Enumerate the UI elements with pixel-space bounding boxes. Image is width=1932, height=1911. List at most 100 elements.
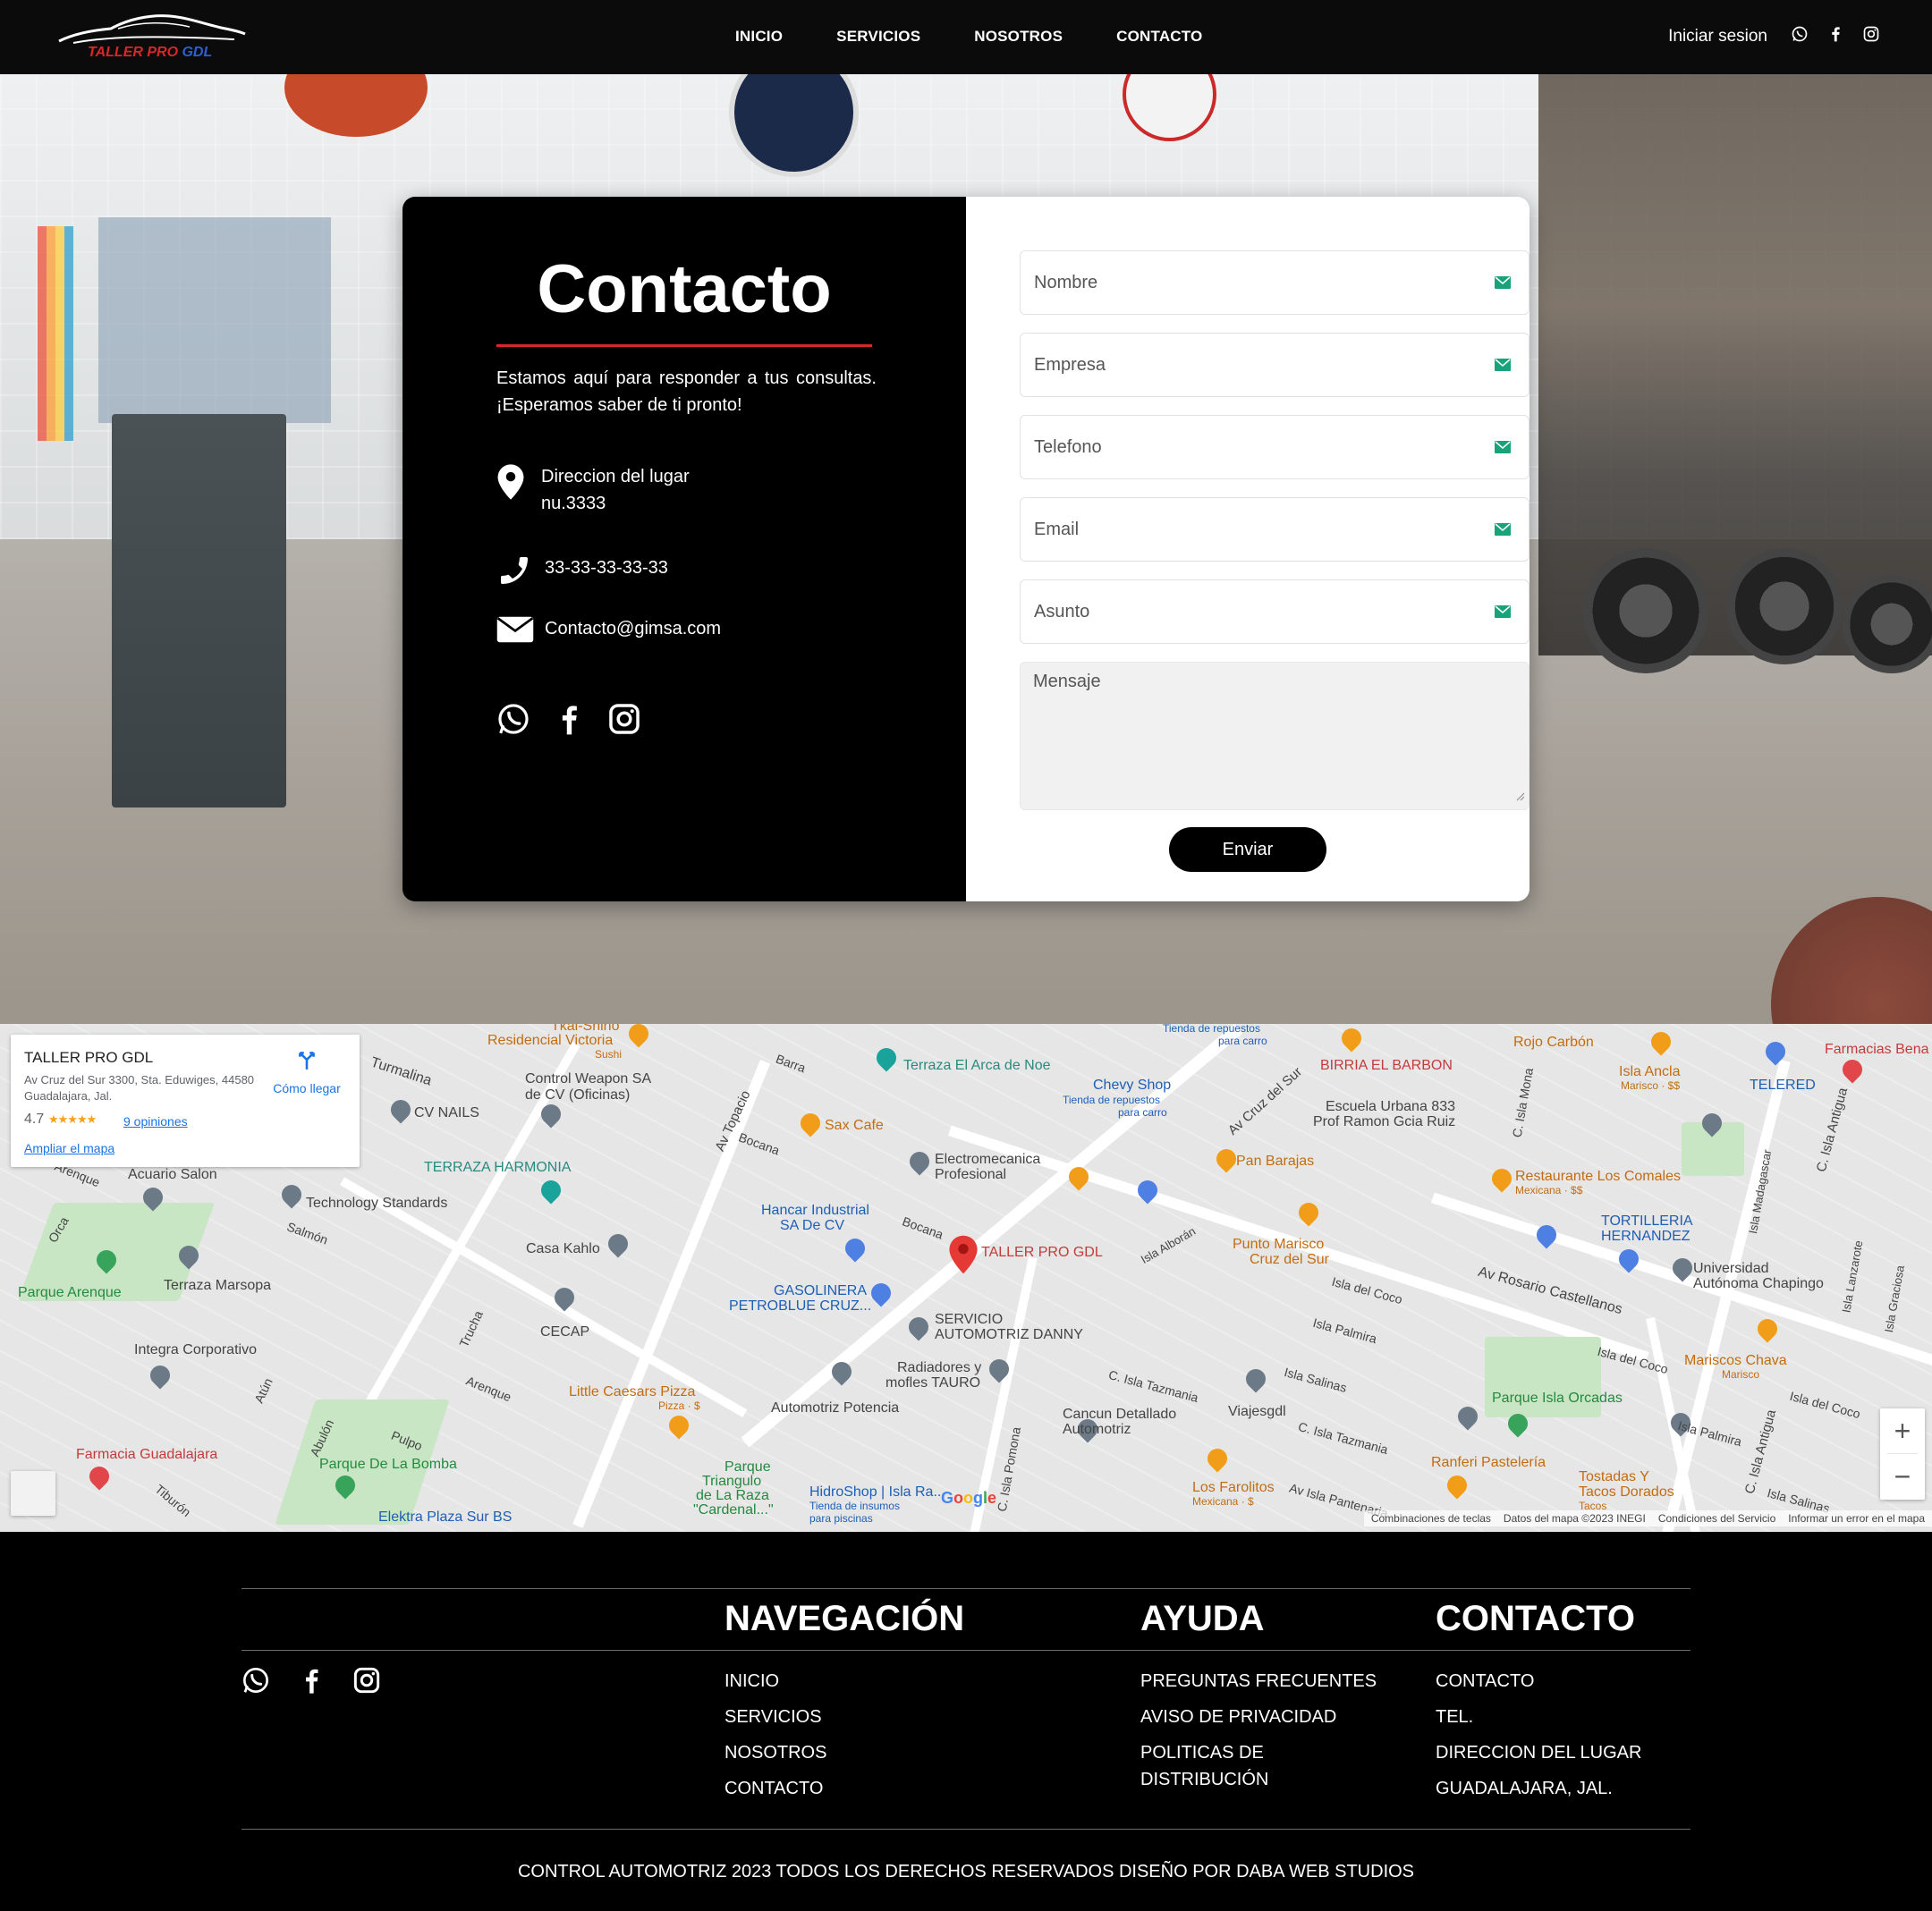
footer-link-contacto[interactable]: CONTACTO <box>724 1775 984 1802</box>
map-label: Tienda de repuestos <box>1063 1094 1160 1106</box>
zoom-in-button[interactable]: + <box>1880 1408 1925 1454</box>
resize-grip-icon[interactable] <box>1516 790 1525 806</box>
phone-text[interactable]: 33-33-33-33-33 <box>545 554 668 581</box>
nav-nosotros[interactable]: NOSOTROS <box>974 28 1063 46</box>
login-link[interactable]: Iniciar sesion <box>1668 27 1767 47</box>
instagram-icon[interactable] <box>352 1666 381 1699</box>
contact-social-links <box>496 702 641 740</box>
footer-link-faq[interactable]: PREGUNTAS FRECUENTES <box>1140 1668 1400 1695</box>
nav-contacto[interactable]: CONTACTO <box>1116 28 1202 46</box>
nav-servicios[interactable]: SERVICIOS <box>836 28 920 46</box>
google-map[interactable]: Tkai-Shino Residencial Victoria Sushi Tu… <box>0 1024 1932 1532</box>
email-input[interactable] <box>1021 498 1529 561</box>
map-label: Prof Ramon Gcia Ruiz <box>1313 1114 1456 1129</box>
footer-link-contact[interactable]: CONTACTO <box>1436 1668 1695 1695</box>
subject-input[interactable] <box>1021 580 1529 643</box>
directions-button[interactable]: Cómo llegar <box>267 1048 347 1095</box>
site-footer: NAVEGACIÓN AYUDA CONTACTO INICIO SERVICI… <box>0 1532 1932 1911</box>
report-error-link[interactable]: Informar un error en el mapa <box>1788 1512 1925 1525</box>
selected-location-pin-icon[interactable] <box>948 1234 979 1275</box>
map-label: Tienda de insumos <box>809 1500 900 1512</box>
map-label: Autónoma Chapingo <box>1693 1276 1824 1291</box>
name-input[interactable] <box>1021 251 1529 314</box>
keyboard-shortcuts-link[interactable]: Combinaciones de teclas <box>1371 1512 1491 1525</box>
contact-card: Contacto Estamos aquí para responder a t… <box>402 197 1530 901</box>
contact-info-panel: Contacto Estamos aquí para responder a t… <box>402 197 966 901</box>
contact-form: Enviar <box>966 197 1530 901</box>
whatsapp-icon[interactable] <box>496 702 530 740</box>
footer-help-links: PREGUNTAS FRECUENTES AVISO DE PRIVACIDAD… <box>1140 1668 1400 1802</box>
map-label: CV NAILS <box>414 1105 479 1120</box>
directions-icon <box>299 1052 315 1070</box>
main-pin-label: TALLER PRO GDL <box>981 1245 1103 1260</box>
company-input[interactable] <box>1021 334 1529 396</box>
map-label: Parque Arenque <box>18 1285 122 1300</box>
map-label: Marisco <box>1722 1368 1760 1381</box>
engine-part <box>1583 548 1708 673</box>
map-label: Cancun Detallado <box>1063 1407 1177 1422</box>
map-label: Tostadas Y <box>1579 1469 1649 1484</box>
footer-divider <box>242 1588 1690 1589</box>
phone-row: 33-33-33-33-33 <box>496 553 668 588</box>
footer-contact-links: CONTACTO TEL. DIRECCION DEL LUGAR GUADAL… <box>1436 1668 1695 1811</box>
facebook-icon[interactable] <box>552 702 586 740</box>
zoom-out-button[interactable]: − <box>1880 1454 1925 1500</box>
map-label: Electromecanica <box>935 1152 1041 1167</box>
street-view-pegman-icon[interactable] <box>11 1471 55 1516</box>
map-label: Casa Kahlo <box>526 1241 600 1256</box>
map-label: mofles TAURO <box>886 1375 981 1391</box>
map-label: para carro <box>1218 1035 1267 1047</box>
map-label: Marisco · $$ <box>1621 1079 1681 1092</box>
footer-link-privacy[interactable]: AVISO DE PRIVACIDAD <box>1140 1704 1400 1730</box>
footer-link-inicio[interactable]: INICIO <box>724 1668 984 1695</box>
footer-link-tel[interactable]: TEL. <box>1436 1704 1695 1730</box>
terms-link[interactable]: Condiciones del Servicio <box>1658 1512 1775 1525</box>
envelope-icon <box>1495 605 1511 622</box>
map-label: Chevy Shop <box>1093 1078 1172 1093</box>
send-button[interactable]: Enviar <box>1169 827 1326 872</box>
map-label: Technology Standards <box>306 1196 448 1211</box>
whatsapp-icon[interactable] <box>1791 25 1809 47</box>
nav-inicio[interactable]: INICIO <box>735 28 783 46</box>
footer-link-city[interactable]: GUADALAJARA, JAL. <box>1436 1775 1695 1802</box>
map-label: GASOLINERA <box>774 1283 868 1298</box>
map-label: Automotriz <box>1063 1422 1131 1437</box>
logo-text-part1: TALLER PRO <box>88 45 179 60</box>
map-label: BIRRIA EL BARBON <box>1320 1058 1453 1073</box>
footer-link-nosotros[interactable]: NOSOTROS <box>724 1739 984 1766</box>
logo[interactable]: TALLER PRO GDL <box>55 13 252 64</box>
email-text[interactable]: Contacto@gimsa.com <box>545 615 721 642</box>
map-label: Rojo Carbón <box>1513 1035 1594 1050</box>
site-header: TALLER PRO GDL INICIO SERVICIOS NOSOTROS… <box>0 0 1932 74</box>
whatsapp-icon[interactable] <box>242 1666 270 1699</box>
contact-description: Estamos aquí para responder a tus consul… <box>496 368 877 415</box>
map-label: TERRAZA HARMONIA <box>424 1160 572 1175</box>
facebook-icon[interactable] <box>297 1666 326 1699</box>
map-label: Mariscos Chava <box>1684 1353 1787 1368</box>
footer-divider <box>242 1829 1690 1830</box>
engine-part <box>1843 575 1932 673</box>
message-textarea[interactable] <box>1021 663 1529 809</box>
map-place-card: TALLER PRO GDL Av Cruz del Sur 3300, Sta… <box>11 1035 360 1167</box>
map-label: Little Caesars Pizza <box>569 1384 696 1399</box>
directions-label: Cómo llegar <box>273 1081 341 1095</box>
footer-link-servicios[interactable]: SERVICIOS <box>724 1704 984 1730</box>
map-label: Mexicana · $ <box>1192 1495 1254 1508</box>
phone-icon <box>496 553 536 588</box>
tool-pegboard <box>98 217 331 423</box>
footer-link-address[interactable]: DIRECCION DEL LUGAR <box>1436 1739 1695 1766</box>
footer-link-distribution[interactable]: POLITICAS DE DISTRIBUCIÓN <box>1140 1739 1346 1793</box>
place-reviews-link[interactable]: 9 opiniones <box>123 1114 188 1129</box>
map-label: HERNANDEZ <box>1601 1229 1690 1244</box>
footer-help-title: AYUDA <box>1140 1599 1265 1638</box>
facebook-icon[interactable] <box>1826 25 1844 47</box>
logo-text: TALLER PRO GDL <box>88 45 212 61</box>
phone-input[interactable] <box>1021 416 1529 478</box>
instagram-icon[interactable] <box>1862 25 1880 47</box>
map-label: TELERED <box>1750 1078 1816 1093</box>
map-label: Viajesgdl <box>1228 1404 1286 1419</box>
tool-cart <box>112 414 286 808</box>
instagram-icon[interactable] <box>607 702 641 740</box>
expand-map-link[interactable]: Ampliar el mapa <box>24 1141 114 1155</box>
map-label: TORTILLERIA <box>1601 1213 1693 1229</box>
